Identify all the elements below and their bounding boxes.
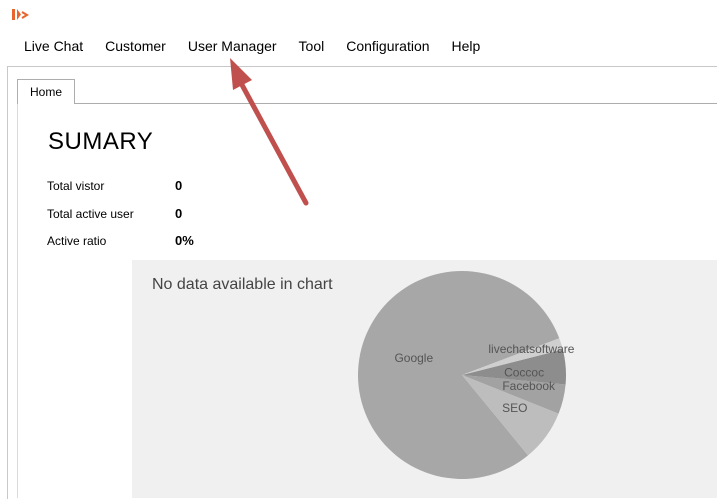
- stat-label-active-ratio: Active ratio: [47, 234, 107, 248]
- stat-value-total-active-user: 0: [175, 206, 183, 221]
- pie-label-facebook: Facebook: [502, 379, 556, 393]
- tab-content-border: [17, 103, 18, 498]
- pie-label-seo: SEO: [502, 401, 527, 415]
- pie-label-coccoc: Coccoc: [504, 365, 544, 379]
- stat-label-total-active-user: Total active user: [47, 207, 134, 221]
- stat-label-total-visitor: Total vistor: [47, 179, 105, 193]
- menu-configuration[interactable]: Configuration: [335, 38, 440, 54]
- tab-strip-divider: [73, 103, 717, 104]
- menu-live-chat[interactable]: Live Chat: [0, 38, 94, 54]
- pie-chart: Google SEO FacebookCoccoc livechatsoftware: [358, 270, 575, 479]
- menu-bar: Live Chat Customer User Manager Tool Con…: [0, 34, 717, 58]
- menu-user-manager[interactable]: User Manager: [177, 38, 288, 54]
- stat-value-active-ratio: 0%: [175, 233, 194, 248]
- menu-customer[interactable]: Customer: [94, 38, 177, 54]
- traffic-source-chart: No data available in chart Google SEO Face…: [132, 260, 717, 498]
- summary-title: SUMARY: [48, 128, 154, 155]
- menu-tool[interactable]: Tool: [288, 38, 336, 54]
- menu-help[interactable]: Help: [441, 38, 492, 54]
- app-logo-icon: [12, 9, 29, 20]
- pie-label-google: Google: [394, 351, 433, 365]
- pie-label-livechatsoftware: livechatsoftware: [488, 342, 574, 356]
- stat-value-total-visitor: 0: [175, 178, 183, 193]
- tab-home[interactable]: Home: [17, 79, 75, 104]
